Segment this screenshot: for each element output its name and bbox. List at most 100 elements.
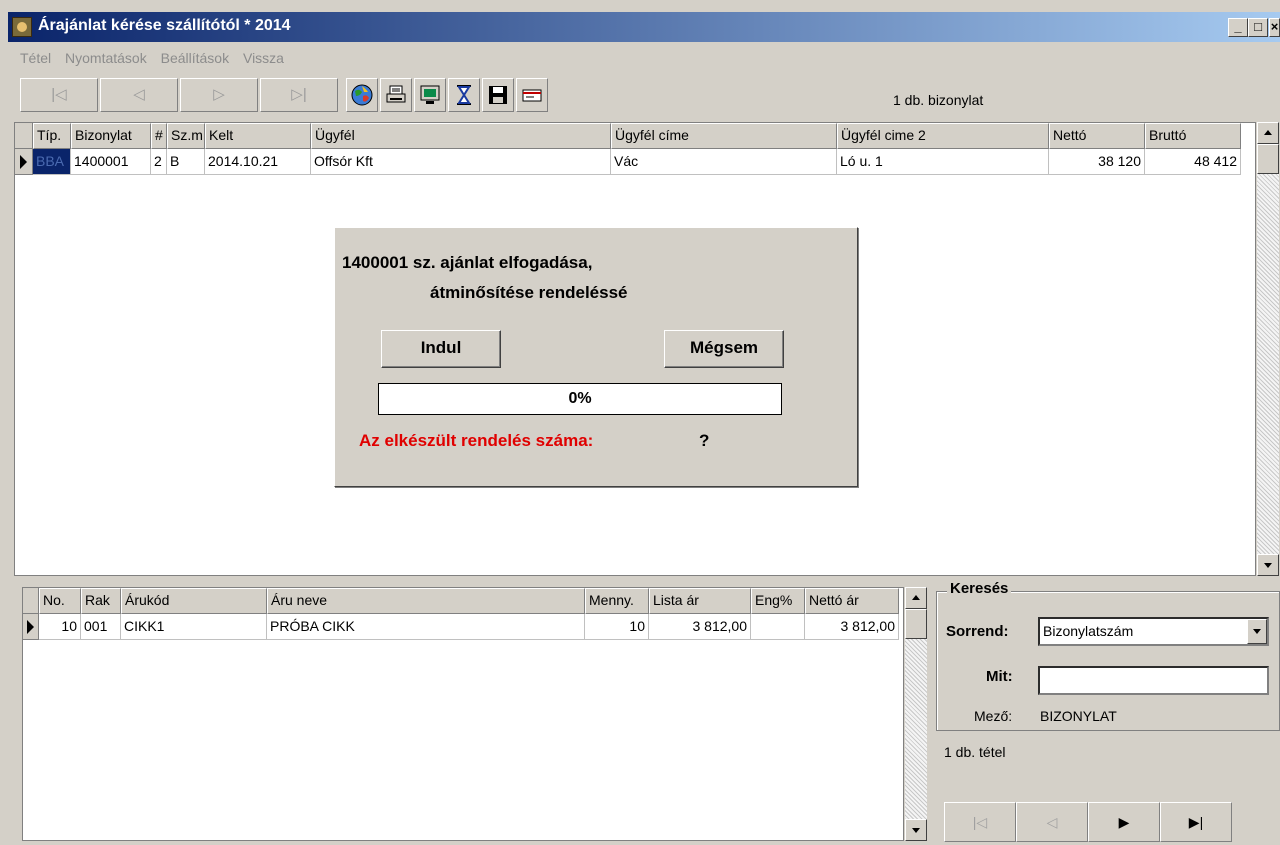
row-pointer-icon (27, 620, 34, 634)
row-indicator[interactable] (23, 614, 39, 640)
print-button[interactable] (380, 78, 412, 112)
menu-bar: Tétel Nyomtatások Beállítások Vissza (20, 50, 294, 70)
cell-menny[interactable]: 10 (585, 614, 649, 640)
column-header-no[interactable]: No. (39, 588, 81, 614)
cell-brutto[interactable]: 48 412 (1145, 149, 1241, 175)
globe-button[interactable] (346, 78, 378, 112)
column-header-ugyfel-cime[interactable]: Ügyfél címe (611, 123, 837, 149)
column-header-kelt[interactable]: Kelt (205, 123, 311, 149)
order-label: Sorrend: (946, 623, 1009, 640)
record-count: 1 db. bizonylat (893, 92, 984, 108)
item-count: 1 db. tétel (944, 744, 1006, 760)
cell-hash[interactable]: 2 (151, 149, 167, 175)
scroll-thumb[interactable] (905, 609, 927, 639)
lower-vertical-scrollbar[interactable] (905, 587, 927, 841)
order-select[interactable]: Bizonylatszám (1038, 617, 1269, 646)
result-value: ? (699, 431, 710, 450)
column-header-hash[interactable]: # (151, 123, 167, 149)
item-grid[interactable]: No. Rak Árukód Áru neve Menny. Lista ár … (22, 587, 904, 841)
column-header-aru-neve[interactable]: Áru neve (267, 588, 585, 614)
column-header-arukod[interactable]: Árukód (121, 588, 267, 614)
close-icon[interactable]: × (1269, 18, 1280, 37)
cell-netto[interactable]: 38 120 (1049, 149, 1145, 175)
progress-text: 0% (568, 390, 592, 407)
column-header-szm[interactable]: Sz.m (167, 123, 205, 149)
row-indicator[interactable] (15, 149, 33, 175)
cell-netto-ar[interactable]: 3 812,00 (805, 614, 899, 640)
column-header-ugyfel-cime-2[interactable]: Ügyfél cime 2 (837, 123, 1049, 149)
prev-record-button[interactable]: ◁ (100, 78, 178, 112)
menu-item-beallitasok[interactable]: Beállítások (161, 50, 229, 66)
menu-item-nyomtatasok[interactable]: Nyomtatások (65, 50, 147, 66)
dialog-message-line-1: 1400001 sz. ajánlat elfogadása, (342, 253, 593, 272)
first-item-button[interactable]: |◁ (944, 802, 1016, 842)
cell-kelt[interactable]: 2014.10.21 (205, 149, 311, 175)
first-record-button[interactable]: |◁ (20, 78, 98, 112)
save-button[interactable] (482, 78, 514, 112)
cell-tip[interactable]: BBA (33, 149, 71, 175)
column-header-menny[interactable]: Menny. (585, 588, 649, 614)
next-item-button[interactable]: ▶ (1088, 802, 1160, 842)
column-header-eng[interactable]: Eng% (751, 588, 805, 614)
scroll-down-arrow-icon[interactable] (1257, 554, 1279, 576)
prev-item-button[interactable]: ◁ (1016, 802, 1088, 842)
cell-arukod[interactable]: CIKK1 (121, 614, 267, 640)
column-header-bizonylat[interactable]: Bizonylat (71, 123, 151, 149)
order-select-value: Bizonylatszám (1043, 623, 1134, 639)
column-header-ugyfel[interactable]: Ügyfél (311, 123, 611, 149)
grid-corner (15, 123, 33, 149)
field-value: BIZONYLAT (1040, 708, 1117, 724)
scroll-down-arrow-icon[interactable] (905, 819, 927, 841)
scroll-up-arrow-icon[interactable] (1257, 122, 1279, 144)
column-header-rak[interactable]: Rak (81, 588, 121, 614)
app-icon (12, 17, 32, 37)
maximize-icon[interactable]: □ (1248, 18, 1268, 37)
globe-icon (351, 84, 373, 106)
card-button[interactable] (516, 78, 548, 112)
column-header-tip[interactable]: Típ. (33, 123, 71, 149)
cell-eng[interactable] (751, 614, 805, 640)
field-label: Mező: (974, 708, 1013, 724)
search-group-title: Keresés (947, 580, 1012, 597)
cell-aru-neve[interactable]: PRÓBA CIKK (267, 614, 585, 640)
column-header-lista-ar[interactable]: Lista ár (649, 588, 751, 614)
title-bar[interactable]: Árajánlat kérése szállítótól * 2014 _ □ … (8, 12, 1280, 42)
minimize-icon[interactable]: _ (1228, 18, 1248, 37)
cancel-button[interactable]: Mégsem (664, 330, 784, 368)
last-record-button[interactable]: ▷| (260, 78, 338, 112)
grid-corner (23, 588, 39, 614)
column-header-brutto[interactable]: Bruttó (1145, 123, 1241, 149)
start-button[interactable]: Indul (381, 330, 501, 368)
scroll-thumb[interactable] (1257, 144, 1279, 174)
column-header-netto[interactable]: Nettó (1049, 123, 1145, 149)
chevron-down-icon[interactable] (1247, 619, 1267, 644)
menu-item-tetel[interactable]: Tétel (20, 50, 51, 66)
preview-button[interactable] (414, 78, 446, 112)
cell-lista-ar[interactable]: 3 812,00 (649, 614, 751, 640)
cell-rak[interactable]: 001 (81, 614, 121, 640)
cell-no[interactable]: 10 (39, 614, 81, 640)
result-label: Az elkészült rendelés száma: (359, 431, 594, 450)
convert-dialog: 1400001 sz. ajánlat elfogadása, átminősí… (334, 227, 858, 487)
cell-ugyfel-cime-2[interactable]: Ló u. 1 (837, 149, 1049, 175)
menu-item-vissza[interactable]: Vissza (243, 50, 284, 66)
scroll-up-arrow-icon[interactable] (905, 587, 927, 609)
next-record-button[interactable]: ▷ (180, 78, 258, 112)
cell-szm[interactable]: B (167, 149, 205, 175)
save-icon (489, 86, 507, 104)
search-input[interactable] (1038, 666, 1269, 695)
upper-vertical-scrollbar[interactable] (1257, 122, 1279, 576)
cell-bizonylat[interactable]: 1400001 (71, 149, 151, 175)
hourglass-icon (457, 85, 471, 105)
printer-icon (386, 85, 406, 103)
what-label: Mit: (986, 668, 1013, 685)
last-item-button[interactable]: ▶| (1160, 802, 1232, 842)
dialog-message-line-2: átminősítése rendeléssé (430, 283, 628, 302)
cell-ugyfel-cime[interactable]: Vác (611, 149, 837, 175)
card-icon (522, 89, 542, 102)
wait-button[interactable] (448, 78, 480, 112)
cell-ugyfel[interactable]: Offsór Kft (311, 149, 611, 175)
progress-bar: 0% (378, 383, 782, 415)
window-title: Árajánlat kérése szállítótól * 2014 (38, 17, 291, 34)
column-header-netto-ar[interactable]: Nettó ár (805, 588, 899, 614)
